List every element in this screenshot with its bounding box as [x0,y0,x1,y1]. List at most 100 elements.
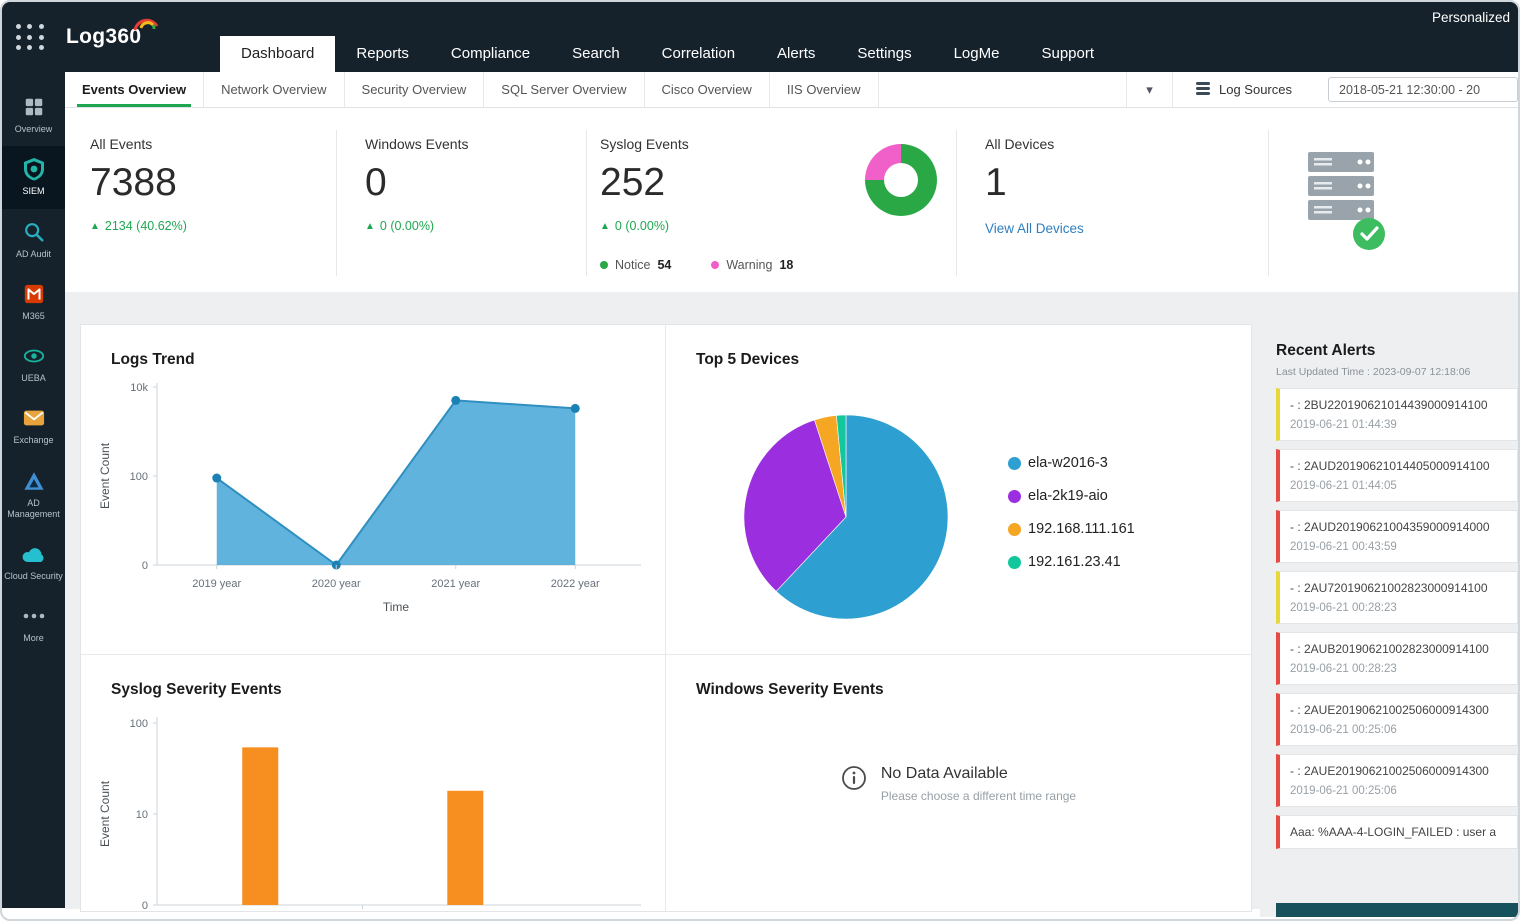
sidebar-item-cloud-security[interactable]: Cloud Security [2,531,65,593]
logs-trend-card: Logs Trend 0 100 10k 2019 year 2020 year 2021… [81,325,666,655]
legend-label: 192.168.111.161 [1028,521,1135,537]
alert-item[interactable]: - : 2AUE20190621002506000914300 2019-06-2… [1276,754,1518,807]
sidebar-item-label: More [23,633,44,644]
legend-label: Notice [615,258,651,272]
svg-text:2020 year: 2020 year [312,578,361,590]
stat-delta: ▲ 2134 (40.62%) [90,219,187,233]
alert-text: - : 2AUB20190621002823000914100 [1290,642,1489,656]
nav-tab-correlation[interactable]: Correlation [641,36,756,72]
sidebar-item-label: Overview [14,124,53,134]
nav-tab-logme[interactable]: LogMe [933,36,1021,72]
sidebar-item-label: AD Audit [15,248,52,259]
nav-tab-dashboard[interactable]: Dashboard [220,36,336,72]
legend-dot [1008,489,1021,503]
sidebar-item-more[interactable]: More [2,593,65,655]
stat-delta-text: 0 (0.00%) [614,219,670,233]
date-range-picker[interactable]: 2018-05-21 12:30:00 - 20 [1328,77,1518,102]
alert-text: - : 2AU720190621002823000914100 [1290,581,1488,595]
m365-icon [23,282,45,306]
more-tabs-dropdown[interactable]: ▾ [1126,72,1172,107]
tab-events-overview[interactable]: Events Overview [65,72,205,107]
all-devices-stat: All Devices 1 View All Devices [985,136,1084,236]
stat-delta-text: 2134 (40.62%) [104,219,187,233]
up-triangle-icon: ▲ [600,220,610,232]
alert-item[interactable]: - : 2AUD20190621004359000914000 2019-06-2… [1276,510,1518,563]
alert-item[interactable]: - : 2BU220190621014439000914100 2019-06-2… [1276,388,1518,441]
nav-tab-settings[interactable]: Settings [836,36,932,72]
nav-tab-alerts[interactable]: Alerts [756,36,836,72]
tab-sql-server-overview[interactable]: SQL Server Overview [484,72,645,107]
log-sources-label: Log Sources [1219,82,1292,97]
up-triangle-icon: ▲ [90,220,100,232]
recent-alerts-panel: Recent Alerts Last Updated Time : 2023-0… [1260,324,1518,917]
app-window: Log360 Personalized Dashboard Reports Comp… [0,0,1520,921]
sidebar-item-ueba[interactable]: UEBA [2,333,65,395]
stat-value: 252 [600,161,666,204]
legend-dot [1008,456,1021,470]
svg-text:2021 year: 2021 year [431,578,480,590]
cloud-security-icon [21,542,47,566]
chart-title: Syslog Severity Events [111,681,282,698]
log-sources-button[interactable]: Log Sources [1172,72,1314,107]
alert-text: - : 2BU220190621014439000914100 [1290,398,1488,412]
sidebar-item-m365[interactable]: M365 [2,271,65,333]
alert-item[interactable]: - : 2AU720190621002823000914100 2019-06-2… [1276,571,1518,624]
legend-item-192-161-23-41: 192.161.23.41 [1008,554,1135,570]
nav-tab-search[interactable]: Search [551,36,641,72]
syslog-severity-bar-chart: 0 10 100 Event Count [93,699,665,911]
sidebar-item-label: UEBA [21,373,46,383]
apps-grid-icon[interactable] [16,24,46,52]
syslog-severity-card: Syslog Severity Events 0 10 100 Event Count [81,655,666,911]
svg-text:Event Count: Event Count [98,442,112,509]
divider [586,130,587,276]
svg-text:100: 100 [130,718,148,730]
eye-icon [22,344,46,368]
tab-cisco-overview[interactable]: Cisco Overview [645,72,770,107]
stat-value: 1 [985,161,1007,204]
legend-item-notice: Notice 54 [600,258,671,272]
chevron-down-icon: ▾ [1146,81,1153,97]
legend-item-warning: Warning 18 [711,258,793,272]
divider [1268,130,1269,276]
chart-title: Top 5 Devices [696,351,800,368]
nav-tab-compliance[interactable]: Compliance [430,36,551,72]
shield-icon [22,157,46,181]
alert-item[interactable]: - : 2AUD20190621014405000914100 2019-06-2… [1276,449,1518,502]
grid-icon [23,95,45,119]
sidebar-item-exchange[interactable]: Exchange [2,395,65,457]
top5-devices-legend: ela-w2016-3 ela-2k19-aio 192.168.111.161 19… [1008,455,1135,570]
legend-label: ela-w2016-3 [1028,455,1108,471]
alert-item[interactable]: - : 2AUE20190621002506000914300 2019-06-2… [1276,693,1518,746]
nav-tab-reports[interactable]: Reports [335,36,430,72]
stats-row: All Events 7388 ▲ 2134 (40.62%) Windows … [65,108,1518,292]
all-events-stat: All Events 7388 ▲ 2134 (40.62%) [90,136,187,233]
svg-text:2022 year: 2022 year [551,578,600,590]
top5-devices-pie-chart [678,369,1008,654]
alert-text: - : 2AUE20190621002506000914300 [1290,703,1489,717]
personalized-menu[interactable]: Personalized [1432,10,1510,25]
view-all-devices-link[interactable]: View All Devices [985,221,1084,236]
subtab-list: Events Overview Network Overview Security … [65,72,879,107]
sidebar-item-ad-management[interactable]: AD Management [2,458,65,532]
sidebar-item-label: M365 [22,310,45,321]
windows-severity-card: Windows Severity Events No Data Availabl… [666,655,1251,911]
alert-item[interactable]: Aaa: %AAA-4-LOGIN_FAILED : user a [1276,815,1518,849]
more-icon [22,604,46,628]
sidebar-item-siem[interactable]: SIEM [2,146,65,209]
tab-iis-overview[interactable]: IIS Overview [770,72,879,107]
top5-devices-card: Top 5 Devices ela-w2016-3 ela-2k19-aio 192… [666,325,1251,655]
legend-dot [1008,522,1021,536]
charts-grid: Logs Trend 0 100 10k 2019 year 2020 year 2021… [80,324,1252,912]
server-rack-icon [1302,138,1394,254]
stat-delta-text: 0 (0.00%) [379,219,435,233]
sidebar-item-overview[interactable]: Overview [2,84,65,146]
tab-security-overview[interactable]: Security Overview [345,72,485,107]
sidebar-item-ad-audit[interactable]: AD Audit [2,209,65,271]
divider [336,130,337,276]
nav-tab-support[interactable]: Support [1020,36,1115,72]
tab-network-overview[interactable]: Network Overview [204,72,345,107]
recent-alerts-title: Recent Alerts [1276,342,1376,359]
legend-label: ela-2k19-aio [1028,488,1108,504]
stat-delta: ▲ 0 (0.00%) [365,219,468,233]
alert-item[interactable]: - : 2AUB20190621002823000914100 2019-06-2… [1276,632,1518,685]
